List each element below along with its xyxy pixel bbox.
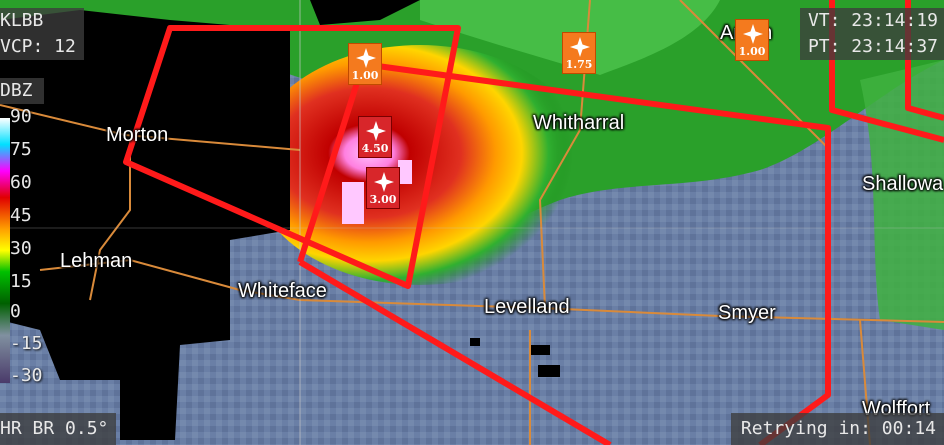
process-time: PT: 23:14:37 bbox=[807, 36, 938, 57]
vcp-label: VCP: 12 bbox=[0, 36, 76, 57]
city-label-smyer: Smyer bbox=[718, 302, 776, 324]
hail-size-label: 3.00 bbox=[369, 193, 397, 206]
hail-size-label: 1.00 bbox=[351, 69, 379, 82]
hail-marker[interactable]: 3.00 bbox=[366, 167, 400, 209]
legend-tick-label: 15 bbox=[10, 271, 32, 292]
legend-tick-label: 30 bbox=[10, 238, 32, 259]
hail-marker[interactable]: 1.00 bbox=[735, 19, 769, 61]
city-label-levelland: Levelland bbox=[484, 296, 570, 318]
legend-tick-label: 90 bbox=[10, 106, 32, 127]
city-label-shallowater: Shallowa bbox=[862, 173, 944, 195]
no-data-block bbox=[530, 345, 550, 355]
hail-size-label: 1.00 bbox=[738, 45, 766, 58]
legend-tick-label: 60 bbox=[10, 172, 32, 193]
retry-status: Retrying in: 00:14 bbox=[730, 413, 944, 445]
no-data-block-3 bbox=[470, 338, 480, 346]
hail-size-label: 1.75 bbox=[565, 58, 593, 71]
hail-core-pixels-2 bbox=[398, 160, 412, 184]
radar-map[interactable] bbox=[0, 0, 944, 445]
station-panel: KLBB VCP: 12 bbox=[0, 8, 84, 60]
city-label-morton: Morton bbox=[106, 124, 169, 146]
product-label: HR BR 0.5° bbox=[0, 413, 117, 445]
hail-marker[interactable]: 1.75 bbox=[562, 32, 596, 74]
legend-tick-label: 0 bbox=[10, 301, 21, 322]
hail-marker[interactable]: 1.00 bbox=[348, 43, 382, 85]
valid-time: VT: 23:14:19 bbox=[807, 10, 938, 31]
legend-color-bar bbox=[0, 118, 10, 383]
legend-tick-label: 75 bbox=[10, 139, 32, 160]
hail-core-pixels bbox=[342, 182, 364, 224]
city-label-lehman: Lehman bbox=[60, 250, 133, 272]
station-label: KLBB bbox=[0, 10, 44, 31]
legend-title: DBZ bbox=[0, 78, 44, 104]
hail-marker[interactable]: 4.50 bbox=[358, 116, 392, 158]
no-data-block-2 bbox=[538, 365, 560, 377]
legend-tick-label: -15 bbox=[10, 333, 43, 354]
hail-size-label: 4.50 bbox=[361, 142, 389, 155]
legend-tick-label: -30 bbox=[10, 365, 43, 386]
city-label-whitharral: Whitharral bbox=[533, 112, 625, 134]
legend-tick-label: 45 bbox=[10, 205, 32, 226]
city-label-whiteface: Whiteface bbox=[238, 280, 327, 302]
time-panel: VT: 23:14:19 PT: 23:14:37 bbox=[799, 8, 944, 60]
